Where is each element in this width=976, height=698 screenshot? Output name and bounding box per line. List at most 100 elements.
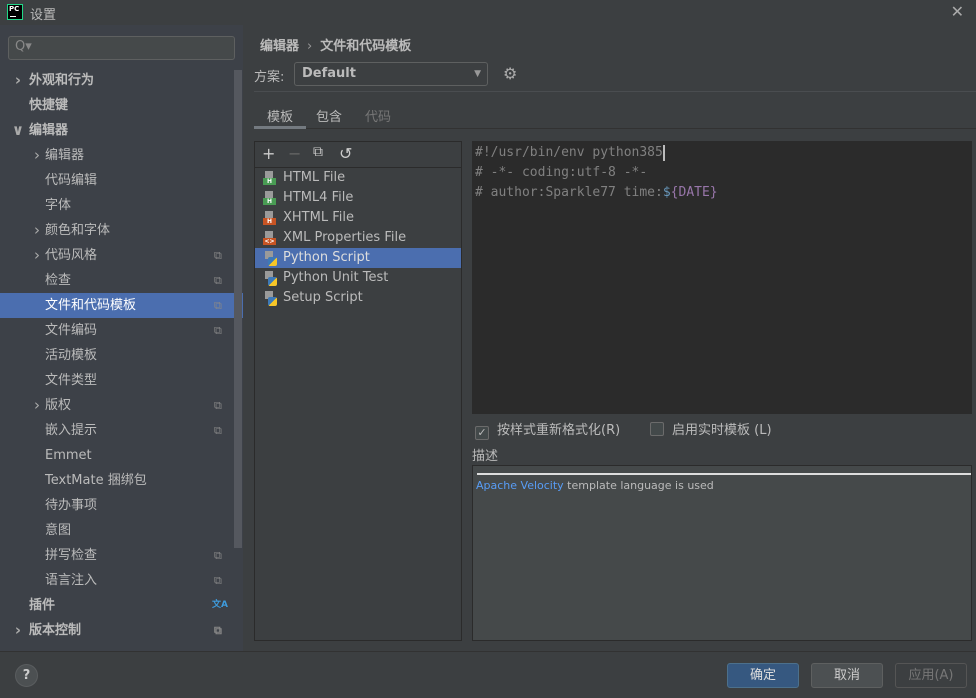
sidebar-item[interactable]: 拼写检查 ⧉: [0, 543, 234, 568]
template-item[interactable]: <> XML Properties File: [255, 228, 461, 248]
template-item[interactable]: H HTML File: [255, 168, 461, 188]
sidebar-item[interactable]: › 颜色和字体: [0, 218, 234, 243]
html-file-icon: H: [263, 191, 277, 206]
sidebar-item-label: 颜色和字体: [45, 223, 111, 238]
scheme-label: 方案:: [254, 70, 285, 85]
html-file-icon: H: [263, 171, 277, 186]
template-name: XHTML File: [283, 210, 354, 225]
reset-icon[interactable]: ↺: [339, 144, 352, 163]
search-input[interactable]: Q▾: [8, 36, 235, 60]
sidebar-item[interactable]: › 版本控制 ⧉: [0, 618, 234, 643]
project-scope-icon: ⧉: [214, 249, 222, 262]
chevron-right-icon[interactable]: ›: [30, 243, 44, 268]
sidebar-item[interactable]: 意图: [0, 518, 234, 543]
sidebar-item[interactable]: ∨ 编辑器: [0, 118, 234, 143]
add-icon[interactable]: +: [262, 144, 275, 163]
sidebar-item-label: 语言注入: [45, 573, 98, 588]
project-scope-icon: ⧉: [214, 399, 222, 412]
apache-velocity-link[interactable]: Apache Velocity: [476, 479, 564, 492]
chevron-right-icon[interactable]: ›: [30, 143, 44, 168]
sidebar-item-label: 代码风格: [45, 248, 98, 263]
code-line: #!/usr/bin/env python385: [475, 144, 665, 161]
sidebar-item[interactable]: 检查 ⧉: [0, 268, 234, 293]
breadcrumb-current: 文件和代码模板: [320, 39, 412, 54]
sidebar-item-label: 版权: [45, 398, 72, 413]
chevron-right-icon[interactable]: ›: [11, 68, 25, 93]
sidebar-scrollbar[interactable]: [234, 70, 242, 548]
remove-icon[interactable]: −: [288, 144, 301, 163]
scheme-select[interactable]: Default ▼: [294, 62, 488, 86]
sidebar-item[interactable]: 文件类型: [0, 368, 234, 393]
sidebar-item[interactable]: 文件和代码模板 ⧉: [0, 293, 243, 318]
help-button[interactable]: ?: [15, 664, 38, 687]
template-name: Setup Script: [283, 290, 363, 305]
gear-icon[interactable]: ⚙: [503, 64, 517, 83]
sidebar-item-label: 文件和代码模板: [45, 298, 137, 313]
sidebar-item[interactable]: › 外观和行为: [0, 68, 234, 93]
template-item[interactable]: H XHTML File: [255, 208, 461, 228]
sidebar-item[interactable]: 活动模板: [0, 343, 234, 368]
window-title: 设置: [30, 8, 57, 23]
chevron-right-icon[interactable]: ›: [11, 618, 25, 643]
chevron-down-icon[interactable]: ∨: [11, 118, 25, 143]
chevron-down-icon: ▼: [474, 69, 481, 79]
template-item[interactable]: Python Unit Test: [255, 268, 461, 288]
project-scope-icon: ⧉: [214, 274, 222, 287]
project-scope-icon: ⧉: [214, 624, 222, 637]
description-panel: Apache Velocity template language is use…: [472, 465, 972, 641]
template-item[interactable]: H HTML4 File: [255, 188, 461, 208]
project-scope-icon: ⧉: [214, 324, 222, 337]
checkbox-checked-icon: ✓: [475, 426, 489, 440]
tab-includes[interactable]: 包含: [316, 106, 342, 125]
sidebar-item[interactable]: Emmet: [0, 443, 234, 468]
sidebar-item-label: Emmet: [45, 448, 92, 463]
sidebar-item-label: 字体: [45, 198, 72, 213]
sidebar-item[interactable]: › 版权 ⧉: [0, 393, 234, 418]
sidebar-item[interactable]: › 代码风格 ⧉: [0, 243, 234, 268]
chevron-right-icon[interactable]: ›: [30, 218, 44, 243]
sidebar-item[interactable]: 嵌入提示 ⧉: [0, 418, 234, 443]
divider: [254, 91, 976, 92]
reformat-checkbox[interactable]: ✓ 按样式重新格式化(R): [475, 419, 620, 440]
tab-code[interactable]: 代码: [365, 106, 391, 125]
project-scope-icon: ⧉: [214, 424, 222, 437]
chevron-right-icon[interactable]: ›: [30, 393, 44, 418]
sidebar-item[interactable]: › 编辑器: [0, 143, 234, 168]
template-code-editor[interactable]: #!/usr/bin/env python385 # -*- coding:ut…: [472, 141, 972, 414]
template-toolbar: + − ⧉ ↺: [255, 142, 461, 168]
ok-button[interactable]: 确定: [727, 663, 799, 688]
cancel-button[interactable]: 取消: [811, 663, 883, 688]
close-icon[interactable]: ✕: [951, 2, 964, 21]
sidebar-item-label: 待办事项: [45, 498, 98, 513]
apply-button[interactable]: 应用(A): [895, 663, 967, 688]
sidebar-item-label: 编辑器: [45, 148, 85, 163]
sidebar-item-label: 编辑器: [29, 123, 69, 138]
tab-templates[interactable]: 模板: [253, 106, 307, 129]
sidebar-item[interactable]: 代码编辑: [0, 168, 234, 193]
settings-sidebar: Q▾ › 外观和行为 快捷键 ∨ 编辑器 › 编辑器 代码编辑 字体 › 颜色和字体 › 代码风格 ⧉ 检查…: [0, 25, 243, 651]
python-file-icon: [263, 271, 277, 286]
project-scope-icon: ⧉: [214, 549, 222, 562]
sidebar-item[interactable]: 待办事项: [0, 493, 234, 518]
breadcrumb-separator: ›: [307, 39, 313, 54]
sidebar-item[interactable]: TextMate 捆绑包: [0, 468, 234, 493]
breadcrumb-parent[interactable]: 编辑器: [260, 39, 299, 54]
live-templates-checkbox[interactable]: 启用实时模板 (L): [650, 419, 772, 438]
sidebar-item[interactable]: 文件编码 ⧉: [0, 318, 234, 343]
checkbox-unchecked-icon: [650, 422, 664, 436]
xml-file-icon: <>: [263, 231, 277, 246]
copy-icon[interactable]: ⧉: [313, 144, 323, 160]
template-item[interactable]: Setup Script: [255, 288, 461, 308]
scheme-value: Default: [302, 66, 356, 81]
tab-bar: 模板 包含 代码: [253, 102, 976, 129]
text-caret: [662, 144, 665, 161]
sidebar-item[interactable]: 字体: [0, 193, 234, 218]
sidebar-item[interactable]: 插件 文A: [0, 593, 234, 618]
sidebar-item[interactable]: 快捷键: [0, 93, 234, 118]
template-item[interactable]: Python Script: [255, 248, 461, 268]
pycharm-logo-icon: PC: [7, 4, 23, 20]
python-file-icon: [263, 291, 277, 306]
sidebar-item-label: 活动模板: [45, 348, 98, 363]
sidebar-item[interactable]: 语言注入 ⧉: [0, 568, 234, 593]
dialog-footer: ? 确定 取消 应用(A): [0, 651, 976, 698]
